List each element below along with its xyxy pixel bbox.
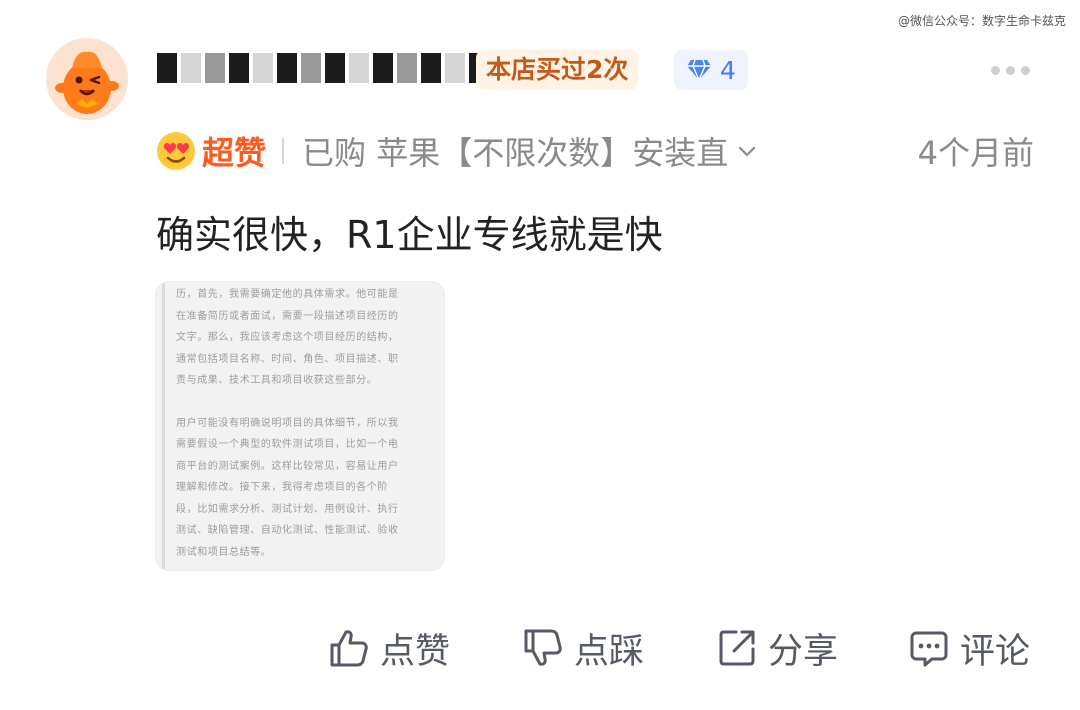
username-pixelated	[157, 53, 489, 83]
photo-line: 段，比如需求分析、测试计划、用例设计、执行	[176, 503, 399, 515]
like-button[interactable]: 点赞	[328, 620, 450, 676]
photo-line: 商平台的测试案例。这样比较常见，容易让用户	[176, 460, 399, 472]
photo-line: 测试、缺陷管理、自动化测试、性能测试、验收	[176, 525, 399, 536]
dislike-button[interactable]: 点踩	[522, 620, 644, 676]
photo-line: 文字。那么，我应该考虑这个项目经历的结构，	[176, 332, 399, 343]
level-count: 4	[720, 55, 736, 85]
review-meta-row: 超赞 已购 苹果【不限次数】安装直 4个月前	[156, 128, 1034, 174]
review-photo[interactable]: 历，首先，我需要确定他的具体需求。他可能是 在准备简历或者面试，需要一段描述项目…	[155, 281, 445, 571]
photo-line: 需要假设一个典型的软件测试项目，比如一个电	[176, 439, 399, 450]
purchase-info[interactable]: 已购 苹果【不限次数】安装直	[302, 128, 728, 174]
photo-line: 责与成果、技术工具和项目收获这些部分。	[176, 375, 378, 386]
bought-badge: 本店买过2次	[476, 50, 639, 90]
diamond-icon	[687, 59, 712, 81]
thumbs-up-icon	[330, 630, 368, 667]
comment-icon	[910, 631, 948, 667]
watermark-text: @微信公众号：数字生命卡兹克	[897, 14, 1066, 28]
photo-line: 通常包括项目名称、时间、角色、项目描述、职	[176, 353, 399, 365]
photo-line: 理解和修改。接下来，我得考虑项目的各个阶	[176, 482, 388, 493]
photo-line: 用户可能没有明确说明项目的具体细节，所以我	[176, 417, 399, 429]
username-masked[interactable]	[157, 50, 489, 86]
heart-eyes-emoji-icon	[157, 132, 195, 170]
comment-button[interactable]: 评论	[908, 620, 1030, 676]
level-badge[interactable]: 4	[674, 50, 748, 90]
review-text: 确实很快，R1企业专线就是快	[156, 213, 663, 257]
photo-line: 在准备简历或者面试，需要一段描述项目经历的	[176, 310, 399, 322]
thumbs-down-icon	[524, 629, 562, 666]
photo-line: 历，首先，我需要确定他的具体需求。他可能是	[176, 289, 399, 300]
photo-line: 测试和项目总结等。	[176, 546, 272, 558]
review-time: 4个月前	[917, 134, 1034, 172]
comment-label: 评论	[960, 631, 1031, 672]
dislike-label: 点踩	[574, 631, 645, 672]
like-label: 点赞	[380, 631, 451, 672]
photo-text: 历，首先，我需要确定他的具体需求。他可能是 在准备简历或者面试，需要一段描述项目…	[176, 284, 426, 563]
divider	[282, 138, 285, 164]
photo-quote-bar	[162, 282, 165, 570]
share-icon	[719, 630, 755, 666]
orange-mascot-avatar-icon	[46, 38, 128, 120]
share-label: 分享	[768, 631, 839, 672]
action-bar: 点赞 点踩 分享 评论	[0, 620, 1080, 676]
more-options-icon[interactable]	[991, 66, 1030, 75]
avatar[interactable]	[46, 38, 128, 120]
rating-label: 超赞	[202, 134, 267, 172]
chevron-down-icon[interactable]	[736, 140, 758, 162]
share-button[interactable]: 分享	[716, 620, 838, 676]
